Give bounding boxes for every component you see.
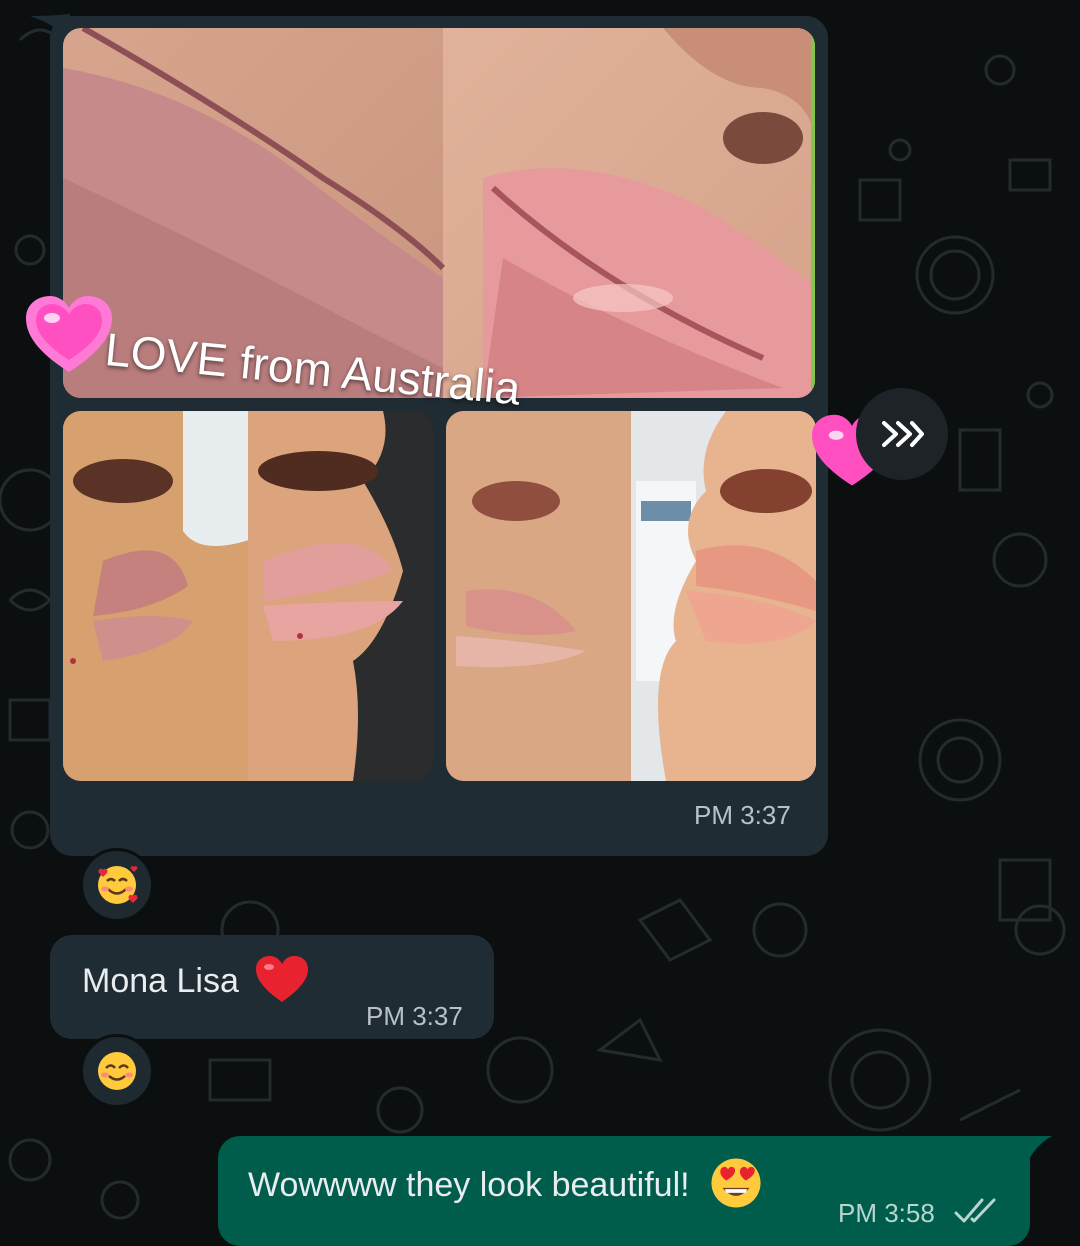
media-photo-profile-before-after-2[interactable]	[446, 411, 816, 781]
message-time: PM 3:58	[838, 1198, 935, 1228]
conversation: LOVE from Australia PM 3:37 Mona Lisa PM…	[0, 0, 1080, 1246]
forward-button[interactable]	[856, 388, 948, 480]
smiling-face-with-hearts-icon	[98, 866, 138, 904]
message-text: Wowwww they look beautiful!	[248, 1165, 690, 1204]
heart-eyes-icon	[711, 1158, 761, 1208]
message-text-row: Wowwww they look beautiful!	[248, 1158, 763, 1210]
message-text: Mona Lisa	[82, 962, 239, 1000]
pink-heart-sticker-left	[26, 296, 112, 372]
reaction-badge[interactable]	[80, 1034, 154, 1108]
smiling-face-icon	[98, 1052, 136, 1090]
message-time: PM 3:37	[694, 800, 791, 830]
read-receipt-icon	[954, 1198, 996, 1223]
reaction-badge[interactable]	[80, 848, 154, 922]
media-photo-profile-before-after-1[interactable]	[63, 411, 433, 781]
forward-icon	[882, 421, 924, 447]
message-time: PM 3:37	[366, 1001, 463, 1031]
bubble-tail	[1010, 1136, 1052, 1166]
red-heart-icon	[256, 956, 309, 1003]
message-text-row: Mona Lisa	[82, 956, 309, 1004]
